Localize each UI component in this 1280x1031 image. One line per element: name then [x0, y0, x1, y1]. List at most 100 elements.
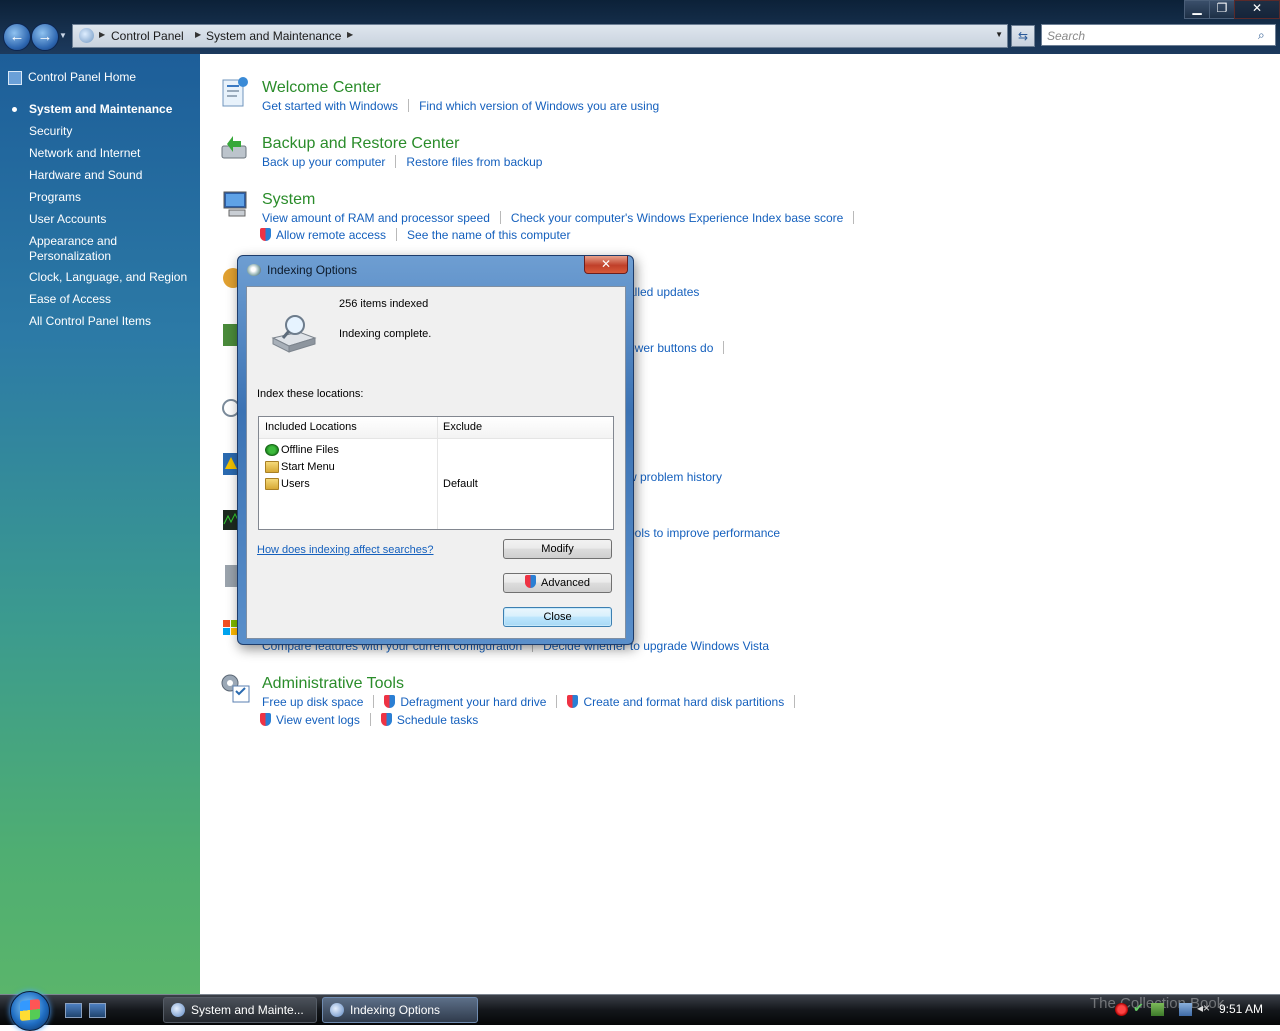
sidebar-item-user-accounts[interactable]: User Accounts	[29, 212, 106, 227]
back-button[interactable]: ←	[3, 23, 31, 51]
free-disk-space-link[interactable]: Free up disk space	[262, 695, 363, 709]
control-panel-icon	[79, 28, 94, 43]
search-input[interactable]: Search	[1041, 24, 1276, 46]
uac-shield-icon	[260, 228, 271, 241]
installed-updates-link[interactable]: alled updates	[628, 285, 699, 299]
problem-history-link[interactable]: w problem history	[628, 470, 722, 484]
address-bar[interactable]: ▶ Control Panel ▶ System and Maintenance…	[72, 24, 1008, 48]
indexing-options-icon	[247, 264, 261, 276]
recent-pages-dropdown[interactable]: ▼	[59, 31, 67, 40]
advanced-button[interactable]: Advanced	[503, 573, 612, 593]
sidebar-item-appearance[interactable]: Appearance and Personalization	[29, 234, 139, 264]
list-item[interactable]: Users Default	[265, 476, 611, 492]
breadcrumb-separator[interactable]: ▶	[347, 30, 353, 39]
sidebar-item-network[interactable]: Network and Internet	[29, 146, 140, 161]
dialog-close-button[interactable]: ✕	[584, 256, 628, 274]
control-panel-home-link[interactable]: Control Panel Home	[28, 70, 136, 85]
locations-list[interactable]: Included Locations Exclude Offline Files…	[258, 416, 614, 530]
start-button[interactable]	[10, 991, 50, 1031]
backup-restore-title[interactable]: Backup and Restore Center	[262, 135, 459, 153]
breadcrumb-separator[interactable]: ▶	[195, 30, 201, 39]
sidebar-item-ease-of-access[interactable]: Ease of Access	[29, 292, 111, 307]
sidebar-item-programs[interactable]: Programs	[29, 190, 81, 205]
maximize-button[interactable]: ❐	[1209, 0, 1235, 19]
welcome-center-title[interactable]: Welcome Center	[262, 79, 381, 97]
sidebar-item-clock-language[interactable]: Clock, Language, and Region	[29, 270, 187, 285]
modify-button[interactable]: Modify	[503, 539, 612, 559]
close-button[interactable]: Close	[503, 607, 612, 627]
index-locations-label: Index these locations:	[257, 388, 364, 400]
window-close-button[interactable]: ✕	[1234, 0, 1280, 19]
show-desktop-icon[interactable]	[65, 1003, 82, 1018]
advanced-button-label: Advanced	[541, 577, 590, 589]
administrative-tools-title[interactable]: Administrative Tools	[262, 675, 404, 693]
defragment-link[interactable]: Defragment your hard drive	[400, 695, 546, 709]
taskbar: System and Mainte... Indexing Options Th…	[0, 991, 1280, 1031]
clock[interactable]: 9:51 AM	[1219, 1002, 1263, 1016]
sidebar-item-hardware[interactable]: Hardware and Sound	[29, 168, 142, 183]
list-item[interactable]: Start Menu	[265, 459, 611, 475]
link-divider	[853, 211, 855, 224]
column-header-exclude[interactable]: Exclude	[443, 421, 482, 433]
uac-shield-icon	[567, 695, 579, 708]
sidebar-item-system-and-maintenance[interactable]: System and Maintenance	[29, 102, 172, 117]
offline-files-icon	[265, 444, 279, 456]
security-alert-icon[interactable]	[1115, 1003, 1128, 1016]
indexing-options-icon	[222, 399, 239, 417]
switch-windows-icon[interactable]	[89, 1003, 106, 1018]
network-icon[interactable]	[1179, 1003, 1192, 1016]
taskbar-item-control-panel[interactable]: System and Mainte...	[163, 997, 317, 1023]
breadcrumb-separator[interactable]: ▶	[99, 30, 105, 39]
device-manager-icon	[225, 565, 237, 587]
location-exclude: Default	[443, 478, 478, 490]
breadcrumb-system-maintenance[interactable]: System and Maintenance	[206, 29, 341, 43]
dialog-body: 256 items indexed Indexing complete. Ind…	[246, 286, 626, 639]
link-divider	[794, 695, 796, 708]
chevron-down-icon[interactable]: ▼	[995, 30, 1003, 39]
search-icon[interactable]: ⌕	[1258, 28, 1265, 43]
sidebar-item-security[interactable]: Security	[29, 124, 72, 139]
indexing-help-link[interactable]: How does indexing affect searches?	[257, 544, 434, 556]
view-event-logs-link[interactable]: View event logs	[276, 713, 360, 727]
tray-app-icon[interactable]	[1151, 1003, 1164, 1016]
power-buttons-link[interactable]: ower buttons do	[628, 341, 713, 355]
uac-shield-icon	[384, 695, 396, 708]
sidebar-item-all-items[interactable]: All Control Panel Items	[29, 314, 151, 329]
folder-icon	[265, 461, 279, 473]
link-divider	[373, 695, 375, 708]
items-indexed-count: 256 items indexed	[339, 298, 429, 310]
uac-shield-icon	[525, 575, 537, 588]
get-started-link[interactable]: Get started with Windows	[262, 99, 398, 113]
find-windows-version-link[interactable]: Find which version of Windows you are us…	[419, 99, 659, 113]
column-header-included[interactable]: Included Locations	[265, 421, 357, 433]
administrative-tools-icon	[221, 674, 250, 703]
location-name: Offline Files	[281, 444, 339, 456]
refresh-button[interactable]: ⇆	[1011, 25, 1035, 47]
uac-shield-icon	[380, 713, 392, 726]
control-panel-home-icon	[8, 71, 22, 85]
link-divider	[556, 695, 558, 708]
link-divider	[723, 341, 725, 354]
forward-button[interactable]: →	[31, 23, 59, 51]
back-up-computer-link[interactable]: Back up your computer	[262, 155, 385, 169]
restore-files-link[interactable]: Restore files from backup	[406, 155, 542, 169]
folder-icon	[265, 478, 279, 490]
view-ram-link[interactable]: View amount of RAM and processor speed	[262, 211, 490, 225]
indexing-options-dialog: Indexing Options ✕ 256 items indexed Ind…	[237, 255, 634, 645]
disk-partitions-link[interactable]: Create and format hard disk partitions	[583, 695, 784, 709]
allow-remote-access-link[interactable]: Allow remote access	[276, 228, 386, 242]
performance-tools-link[interactable]: ools to improve performance	[628, 526, 780, 540]
dialog-title: Indexing Options	[267, 263, 358, 277]
computer-name-link[interactable]: See the name of this computer	[407, 228, 570, 242]
schedule-tasks-link[interactable]: Schedule tasks	[397, 713, 478, 727]
list-item[interactable]: Offline Files	[265, 442, 611, 458]
minimize-button[interactable]: ▁	[1184, 0, 1210, 19]
experience-index-link[interactable]: Check your computer's Windows Experience…	[511, 211, 843, 225]
taskbar-item-indexing-options[interactable]: Indexing Options	[322, 997, 478, 1023]
system-title[interactable]: System	[262, 191, 315, 209]
link-divider	[408, 99, 410, 112]
indexing-options-icon	[330, 1003, 344, 1017]
breadcrumb-control-panel[interactable]: Control Panel	[111, 29, 184, 43]
speaker-muted-icon[interactable]: ◂×	[1197, 1001, 1210, 1015]
checkmark-icon[interactable]: ✔	[1133, 1000, 1146, 1015]
